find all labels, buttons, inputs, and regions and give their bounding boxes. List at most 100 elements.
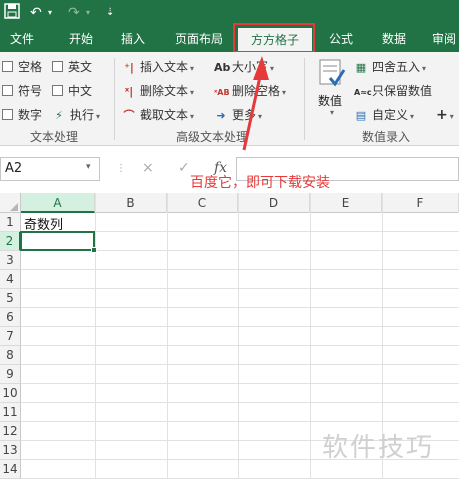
delete-space-button[interactable]: ˣAB 删除空格 ▾ — [214, 82, 286, 100]
number-sheet-icon — [318, 58, 346, 91]
delete-text-icon: ˣ| — [124, 85, 134, 98]
grid-line — [21, 269, 459, 270]
case-button[interactable]: Ab 大小写 ▾ — [214, 58, 274, 76]
selected-cell-a2[interactable] — [20, 231, 95, 251]
add-button[interactable]: + ▾ — [436, 106, 454, 124]
custom-button[interactable]: ▤ 自定义 ▾ — [354, 106, 414, 124]
row-header-4[interactable]: 4 — [0, 270, 21, 289]
checkbox-symbol[interactable]: 符号 — [2, 82, 42, 100]
group-label-text: 文本处理 — [30, 130, 79, 144]
redo-dropdown-icon[interactable]: ▾ — [86, 3, 90, 23]
tab-insert[interactable]: 插入 — [110, 26, 156, 52]
case-icon: Ab — [214, 61, 231, 74]
value-big-button[interactable]: 数值 ▾ — [314, 56, 350, 122]
tab-page-layout[interactable]: 页面布局 — [166, 26, 232, 52]
chevron-down-icon: ▾ — [422, 64, 427, 73]
execute-button[interactable]: ⚡ 执行 ▾ — [52, 106, 100, 124]
tab-home[interactable]: 开始 — [56, 26, 106, 52]
arrow-right-icon: ➜ — [216, 109, 226, 122]
grid-line — [238, 193, 239, 479]
column-header-e[interactable]: E — [310, 193, 382, 213]
chevron-down-icon: ▾ — [330, 108, 335, 117]
checkbox-icon[interactable] — [2, 85, 13, 96]
checkbox-icon[interactable] — [2, 61, 13, 72]
round-button[interactable]: ▦ 四舍五入 ▾ — [354, 58, 426, 76]
column-header-d[interactable]: D — [238, 193, 310, 213]
tab-formulas[interactable]: 公式 — [318, 26, 364, 52]
chevron-down-icon: ▾ — [190, 64, 195, 73]
column-header-c[interactable]: C — [167, 193, 238, 213]
chevron-down-icon: ▾ — [96, 112, 101, 121]
checkbox-icon[interactable] — [52, 85, 63, 96]
row-header-12[interactable]: 12 — [0, 422, 21, 441]
customize-toolbar-icon[interactable]: ⇣ — [106, 3, 114, 23]
checkbox-chinese[interactable]: 中文 — [52, 82, 92, 100]
row-header-14[interactable]: 14 — [0, 460, 21, 479]
row-header-13[interactable]: 13 — [0, 441, 21, 460]
grid-line — [21, 421, 459, 422]
row-header-7[interactable]: 7 — [0, 327, 21, 346]
grid-line — [21, 288, 459, 289]
chevron-down-icon: ▾ — [282, 88, 287, 97]
row-header-9[interactable]: 9 — [0, 365, 21, 384]
more-button[interactable]: ➜ 更多 ▾ — [214, 106, 262, 124]
cancel-icon[interactable]: × — [142, 160, 154, 176]
chevron-down-icon[interactable]: ▾ — [86, 162, 91, 172]
group-label-value: 数值录入 — [362, 130, 411, 144]
select-all-corner[interactable] — [0, 193, 21, 213]
row-header-8[interactable]: 8 — [0, 346, 21, 365]
checkbox-space[interactable]: 空格 — [2, 58, 42, 76]
confirm-icon[interactable]: ✓ — [178, 160, 190, 176]
group-divider — [114, 58, 115, 140]
checkbox-english[interactable]: 英文 — [52, 58, 92, 76]
column-header-a[interactable]: A — [21, 193, 95, 213]
delete-text-button[interactable]: ˣ| 删除文本 ▾ — [122, 82, 194, 100]
grid-line — [21, 402, 459, 403]
annotation-text: 百度它，即可下载安装 — [190, 175, 330, 191]
grid-line — [21, 326, 459, 327]
column-header-f[interactable]: F — [382, 193, 459, 213]
custom-icon: ▤ — [355, 109, 367, 122]
redo-icon[interactable]: ↷ — [68, 3, 80, 23]
tab-file[interactable]: 文件 — [0, 26, 44, 52]
chevron-down-icon: ▾ — [258, 112, 263, 121]
column-headers: A B C D E F — [0, 193, 459, 213]
save-icon[interactable] — [4, 3, 20, 25]
insert-text-icon: ⁺| — [124, 61, 134, 74]
ribbon-tabs: 文件 开始 插入 页面布局 方方格子 公式 数据 审阅 — [0, 26, 459, 52]
undo-icon[interactable]: ↶ — [30, 3, 42, 23]
column-header-b[interactable]: B — [95, 193, 167, 213]
group-divider — [304, 58, 305, 140]
chevron-down-icon: ▾ — [190, 112, 195, 121]
insert-text-button[interactable]: ⁺| 插入文本 ▾ — [122, 58, 194, 76]
chevron-down-icon: ▾ — [410, 112, 415, 121]
extract-text-icon: ⌒ — [123, 109, 135, 122]
extract-text-button[interactable]: ⌒ 截取文本 ▾ — [122, 106, 195, 124]
grid-line — [310, 193, 311, 479]
tab-review[interactable]: 审阅 — [424, 26, 459, 52]
grid-line — [95, 193, 96, 479]
name-box[interactable]: A2 — [0, 157, 100, 181]
drag-handle-icon[interactable]: ⋮ — [116, 163, 126, 174]
row-header-3[interactable]: 3 — [0, 251, 21, 270]
row-header-11[interactable]: 11 — [0, 403, 21, 422]
checkbox-number[interactable]: 数字 — [2, 106, 42, 124]
row-header-6[interactable]: 6 — [0, 308, 21, 327]
watermark: 软件技巧 — [322, 433, 435, 463]
tab-data[interactable]: 数据 — [370, 26, 418, 52]
row-header-10[interactable]: 10 — [0, 384, 21, 403]
checkbox-icon[interactable] — [2, 109, 13, 120]
keep-values-button[interactable]: A≈c只保留数值 — [354, 82, 432, 100]
fill-handle[interactable] — [91, 247, 97, 253]
ribbon-panel: 空格 英文 符号 中文 数字 ⚡ 执行 ▾ 文本处理 ⁺| 插入文本 ▾ ˣ| 删除文本 ▾… — [0, 52, 459, 146]
undo-dropdown-icon[interactable]: ▾ — [48, 3, 52, 23]
row-header-5[interactable]: 5 — [0, 289, 21, 308]
lightning-icon: ⚡ — [55, 109, 63, 122]
checkbox-icon[interactable] — [52, 61, 63, 72]
chevron-down-icon: ▾ — [190, 88, 195, 97]
chevron-down-icon: ▾ — [449, 112, 454, 121]
grid-line — [21, 345, 459, 346]
row-header-1[interactable]: 1 — [0, 213, 21, 232]
grid-line — [21, 364, 459, 365]
row-header-2[interactable]: 2 — [0, 232, 21, 251]
